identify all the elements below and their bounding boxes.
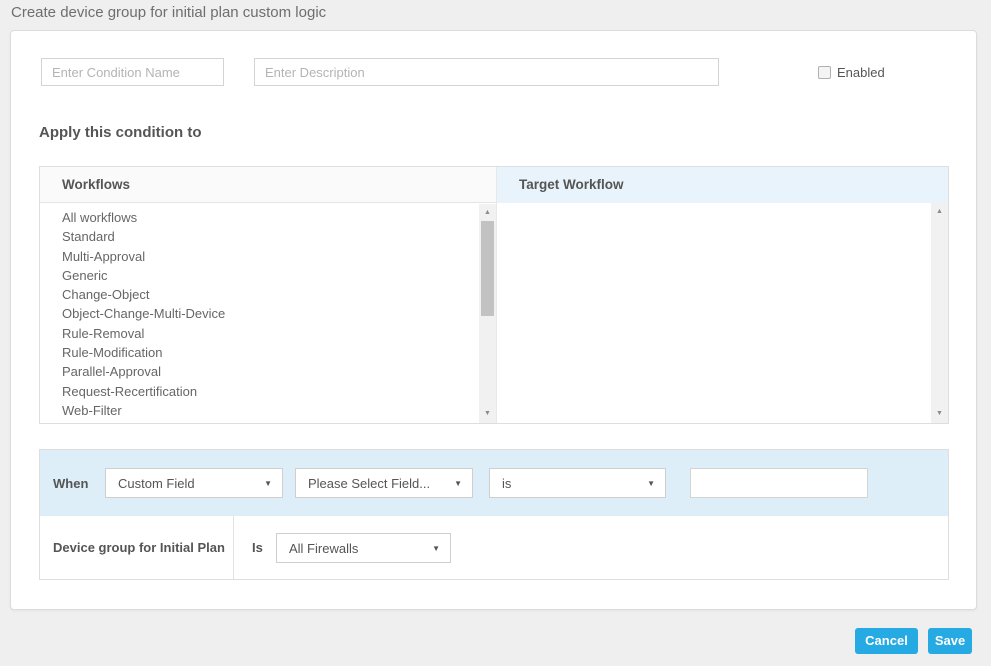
workflows-list: All workflows Standard Multi-Approval Ge… [40, 204, 496, 423]
workflow-list-item[interactable]: Web-Filter [40, 401, 496, 420]
condition-value-input[interactable] [690, 468, 868, 498]
workflow-list-item[interactable]: All workflows [40, 208, 496, 227]
target-workflow-panel-header: Target Workflow [497, 167, 948, 203]
device-group-select[interactable]: All Firewalls ▼ [276, 533, 451, 563]
when-label: When [53, 476, 89, 491]
field-type-select-value: Custom Field [118, 475, 195, 491]
field-select-value: Please Select Field... [308, 475, 431, 491]
operator-select-value: is [502, 475, 512, 491]
workflows-panel-header: Workflows [40, 167, 496, 203]
form-card: Enabled Apply this condition to Workflow… [10, 30, 977, 610]
enabled-checkbox-group: Enabled [818, 65, 885, 80]
workflows-panel: Workflows All workflows Standard Multi-A… [40, 167, 496, 423]
dropdown-caret-icon: ▼ [647, 478, 655, 488]
target-workflow-scrollbar[interactable]: ▲ ▼ [931, 203, 948, 423]
workflow-list-item[interactable]: Generic [40, 266, 496, 285]
workflow-list-item[interactable]: Change-Object [40, 285, 496, 304]
target-workflow-list: ▲ ▼ [497, 203, 948, 423]
dropdown-caret-icon: ▼ [432, 543, 440, 553]
device-group-select-value: All Firewalls [289, 540, 359, 556]
field-type-select[interactable]: Custom Field ▼ [105, 468, 283, 498]
workflow-list-item[interactable]: Multi-Approval [40, 247, 496, 266]
workflow-list-item[interactable]: Standard [40, 227, 496, 246]
condition-box: When Custom Field ▼ Please Select Field.… [39, 449, 949, 580]
section-heading: Apply this condition to [39, 124, 202, 141]
workflow-list-item[interactable]: Standard-With-SLA [40, 420, 496, 423]
dropdown-caret-icon: ▼ [454, 478, 462, 488]
device-group-label: Device group for Initial Plan [53, 540, 225, 555]
target-workflow-panel: Target Workflow ▲ ▼ [496, 167, 948, 423]
scroll-up-icon[interactable]: ▲ [931, 205, 948, 219]
save-button[interactable]: Save [928, 628, 972, 654]
cancel-button[interactable]: Cancel [855, 628, 918, 654]
scroll-down-icon[interactable]: ▼ [931, 407, 948, 421]
device-group-row: Device group for Initial Plan Is All Fir… [40, 516, 948, 579]
workflow-list-item[interactable]: Rule-Modification [40, 343, 496, 362]
workflow-list-item[interactable]: Parallel-Approval [40, 362, 496, 381]
scroll-down-icon[interactable]: ▼ [479, 407, 496, 421]
workflow-panels: Workflows All workflows Standard Multi-A… [39, 166, 949, 424]
when-condition-row: When Custom Field ▼ Please Select Field.… [40, 450, 948, 516]
description-input[interactable] [254, 58, 719, 86]
workflows-scrollbar-thumb[interactable] [481, 221, 494, 316]
enabled-checkbox[interactable] [818, 66, 831, 79]
scroll-up-icon[interactable]: ▲ [479, 206, 496, 220]
condition-name-input[interactable] [41, 58, 224, 86]
page-title: Create device group for initial plan cus… [11, 4, 327, 21]
workflows-scrollbar[interactable]: ▲ ▼ [479, 204, 496, 423]
enabled-checkbox-label: Enabled [837, 65, 885, 80]
workflow-list-item[interactable]: Object-Change-Multi-Device [40, 304, 496, 323]
dropdown-caret-icon: ▼ [264, 478, 272, 488]
is-label: Is [252, 540, 263, 555]
workflow-list-item[interactable]: Request-Recertification [40, 382, 496, 401]
operator-select[interactable]: is ▼ [489, 468, 666, 498]
field-select[interactable]: Please Select Field... ▼ [295, 468, 473, 498]
workflow-list-item[interactable]: Rule-Removal [40, 324, 496, 343]
row-divider [233, 516, 234, 579]
